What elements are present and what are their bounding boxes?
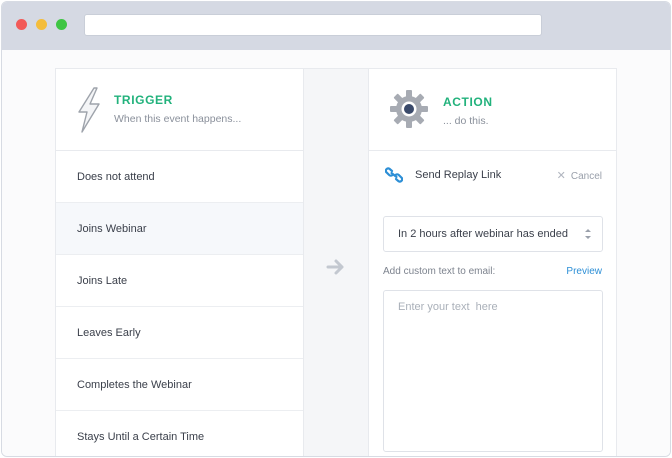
event-item-completes-webinar[interactable]: Completes the Webinar: [56, 359, 303, 411]
link-icon: [385, 167, 403, 183]
automation-card: TRIGGER When this event happens... Does …: [55, 68, 617, 456]
event-item-leaves-early[interactable]: Leaves Early: [56, 307, 303, 359]
close-icon: ✕: [556, 170, 566, 182]
trigger-header: TRIGGER When this event happens...: [56, 69, 303, 151]
timing-select[interactable]: In 2 hours after webinar has ended: [383, 216, 603, 252]
cancel-label: Cancel: [570, 171, 602, 182]
action-subtitle: ... do this.: [443, 115, 489, 127]
event-item-does-not-attend[interactable]: Does not attend: [56, 151, 303, 203]
trigger-subtitle: When this event happens...: [114, 113, 242, 125]
cancel-button[interactable]: ✕ Cancel: [557, 169, 602, 182]
page-content: TRIGGER When this event happens... Does …: [2, 50, 670, 456]
close-window-dot[interactable]: [16, 19, 27, 30]
preview-link[interactable]: Preview: [566, 266, 602, 277]
trigger-column: TRIGGER When this event happens... Does …: [56, 69, 304, 456]
maximize-window-dot[interactable]: [56, 19, 67, 30]
timing-select-value: In 2 hours after webinar has ended: [398, 228, 569, 240]
event-item-joins-webinar[interactable]: Joins Webinar: [56, 203, 303, 255]
event-item-joins-late[interactable]: Joins Late: [56, 255, 303, 307]
lightning-bolt-icon: [78, 87, 100, 133]
action-header: ACTION ... do this.: [369, 69, 616, 151]
browser-titlebar: [2, 2, 670, 50]
event-item-stays-until-time[interactable]: Stays Until a Certain Time: [56, 411, 303, 456]
address-bar[interactable]: [84, 14, 542, 36]
trigger-title: TRIGGER: [114, 93, 173, 107]
select-arrows-icon: [585, 229, 591, 239]
browser-window: TRIGGER When this event happens... Does …: [1, 1, 671, 457]
action-name: Send Replay Link: [415, 169, 502, 181]
action-title: ACTION: [443, 95, 493, 109]
gear-icon: [390, 90, 428, 128]
custom-text-label: Add custom text to email:: [383, 266, 496, 277]
flow-divider: [304, 69, 369, 456]
action-column: ACTION ... do this. Send Replay Link ✕ Ca…: [369, 69, 616, 456]
arrow-right-icon: [326, 259, 344, 275]
selected-action-row: Send Replay Link ✕ Cancel: [369, 151, 616, 199]
trigger-event-list: Does not attend Joins Webinar Joins Late…: [56, 151, 303, 456]
minimize-window-dot[interactable]: [36, 19, 47, 30]
custom-text-input[interactable]: [383, 290, 603, 452]
